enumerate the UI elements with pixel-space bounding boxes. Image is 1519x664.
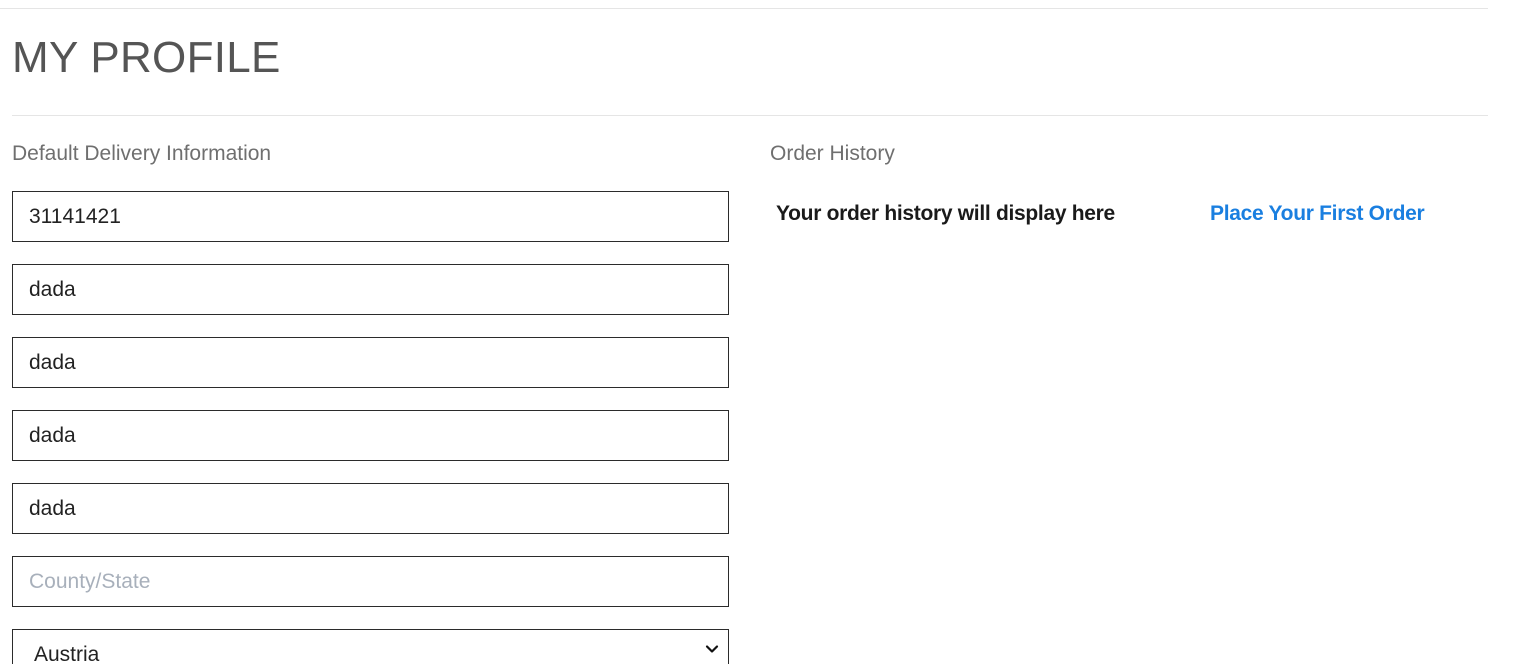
title-divider [12,115,1488,116]
delivery-field-1[interactable] [12,191,729,242]
country-select[interactable]: Austria [12,629,729,664]
order-history-heading: Order History [770,142,895,165]
profile-page: MY PROFILE Default Delivery Information … [0,0,1519,664]
delivery-field-3[interactable] [12,337,729,388]
place-first-order-link[interactable]: Place Your First Order [1210,201,1425,227]
county-state-input[interactable] [12,556,729,607]
delivery-field-5[interactable] [12,483,729,534]
top-divider [0,8,1488,9]
page-title: MY PROFILE [12,33,281,82]
delivery-field-2[interactable] [12,264,729,315]
country-select-value: Austria [34,643,100,664]
order-history-empty-text: Your order history will display here [776,202,1115,225]
delivery-field-4[interactable] [12,410,729,461]
chevron-down-icon [705,645,719,653]
delivery-section-heading: Default Delivery Information [12,142,272,165]
